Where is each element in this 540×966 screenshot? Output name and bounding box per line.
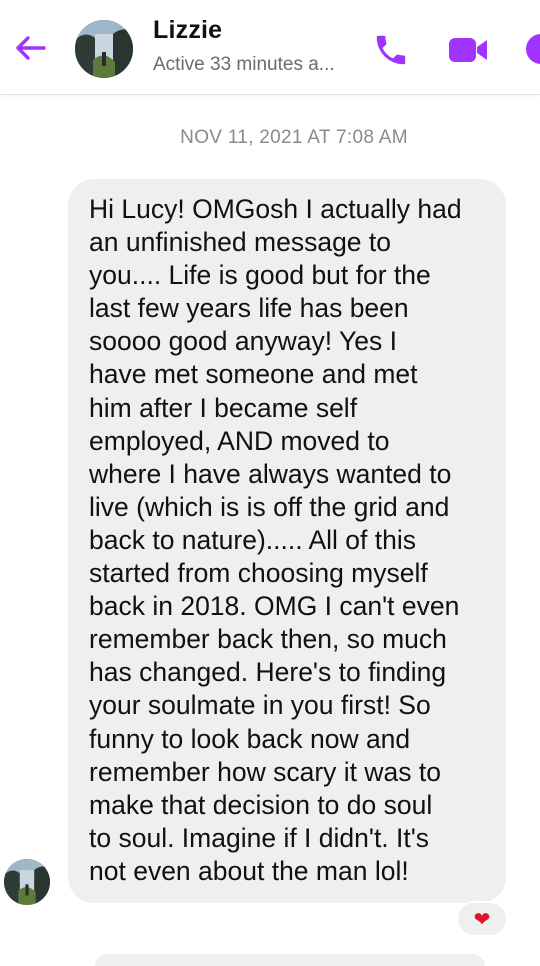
heart-icon: ❤: [473, 908, 491, 931]
active-status: Active 33 minutes a...: [153, 54, 335, 75]
message-line: have met someone and met: [89, 359, 418, 390]
message-line: him after I became self: [89, 392, 358, 423]
message-line: you.... Life is good but for the: [89, 260, 431, 291]
message-line: has changed. Here's to finding: [89, 657, 447, 688]
message-line: remember how scary it was to: [89, 756, 441, 787]
back-arrow-icon[interactable]: [12, 30, 48, 66]
conversation-header: Lizzie Active 33 minutes a...: [0, 0, 540, 95]
message-line: employed, AND moved to: [89, 425, 390, 456]
sender-avatar[interactable]: [4, 859, 50, 905]
message-line: funny to look back now and: [89, 723, 411, 754]
next-message-bubble-edge: [95, 954, 485, 966]
message-line: live (which is is off the grid and: [89, 491, 450, 522]
message-line: soooo good anyway! Yes I: [89, 326, 397, 357]
message-line: where I have always wanted to: [89, 458, 452, 489]
info-icon[interactable]: [524, 32, 540, 66]
message-line: back in 2018. OMG I can't even: [89, 591, 460, 622]
message-line: your soulmate in you first! So: [89, 690, 431, 721]
video-camera-icon[interactable]: [447, 35, 489, 65]
message-line: not even about the man lol!: [89, 855, 409, 886]
phone-icon[interactable]: [372, 31, 410, 69]
contact-avatar[interactable]: [75, 20, 133, 78]
message-line: make that decision to do soul: [89, 789, 433, 820]
message-line: to soul. Imagine if I didn't. It's: [89, 822, 430, 853]
heart-reaction-badge[interactable]: ❤: [456, 901, 508, 937]
message-line: an unfinished message to: [89, 227, 392, 258]
message-line: Hi Lucy! OMGosh I actually had: [89, 194, 462, 224]
contact-name[interactable]: Lizzie: [153, 16, 222, 45]
message-timestamp: NOV 11, 2021 AT 7:08 AM: [180, 127, 408, 148]
message-line: last few years life has been: [89, 293, 409, 324]
message-line: remember back then, so much: [89, 624, 447, 655]
message-text: Hi Lucy! OMGosh I actually had an unfini…: [89, 193, 494, 888]
incoming-message-bubble[interactable]: Hi Lucy! OMGosh I actually had an unfini…: [68, 179, 506, 903]
message-line: started from choosing myself: [89, 558, 428, 589]
message-line: back to nature)..... All of this: [89, 524, 416, 555]
